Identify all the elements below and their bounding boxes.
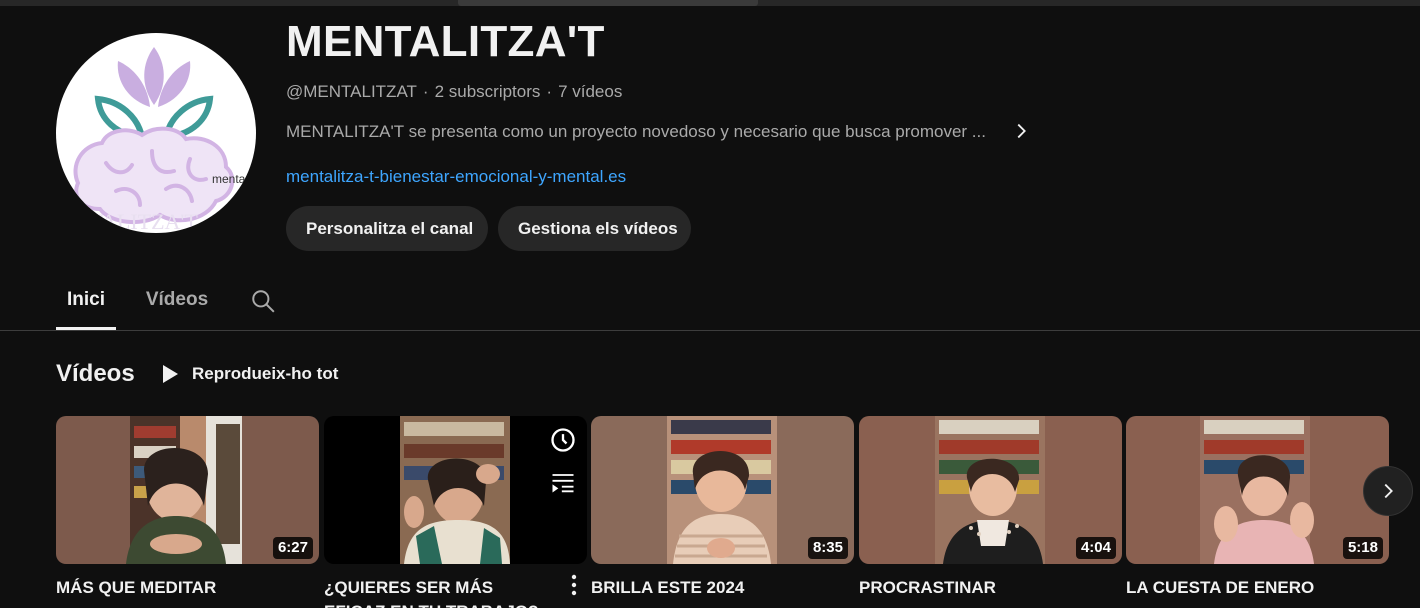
channel-avatar[interactable]: menta ENTALITZA'T xyxy=(56,33,256,233)
video-title[interactable]: LA CUESTA DE ENERO xyxy=(1126,576,1356,600)
top-bar-handle xyxy=(458,0,758,6)
avatar-logo-icon: menta ENTALITZA'T xyxy=(60,47,246,233)
channel-description[interactable]: MENTALITZA'T se presenta como un proyect… xyxy=(286,121,986,143)
avatar-text: menta xyxy=(212,172,246,186)
video-thumbnail[interactable] xyxy=(324,416,587,564)
search-icon[interactable] xyxy=(250,288,276,314)
video-duration: 4:04 xyxy=(1075,537,1116,559)
video-thumbnail[interactable]: 8:35 xyxy=(591,416,854,564)
queue-icon[interactable] xyxy=(549,468,577,496)
channel-tabs: Inici Vídeos xyxy=(0,274,1420,331)
meta-separator: · xyxy=(422,82,429,101)
meta-separator: · xyxy=(546,82,553,101)
video-thumbnail[interactable]: 6:27 xyxy=(56,416,319,564)
video-card[interactable]: 5:18 LA CUESTA DE ENERO xyxy=(1126,416,1389,600)
tab-videos[interactable]: Vídeos xyxy=(140,274,214,330)
channel-handle: @MENTALITZAT xyxy=(286,82,417,101)
video-card[interactable]: 8:35 BRILLA ESTE 2024 xyxy=(591,416,854,600)
video-duration: 5:18 xyxy=(1342,537,1383,559)
chevron-right-icon[interactable] xyxy=(1010,120,1032,142)
tab-home[interactable]: Inici xyxy=(56,274,116,330)
channel-title: MENTALITZA'T xyxy=(286,17,605,66)
video-title[interactable]: ¿QUIERES SER MÁS EFICAZ EN TU TRABAJO? xyxy=(324,576,554,608)
section-title[interactable]: Vídeos xyxy=(56,359,135,389)
channel-meta: @MENTALITZAT · 2 subscriptors · 7 vídeos xyxy=(286,81,622,103)
video-thumbnail[interactable]: 5:18 xyxy=(1126,416,1389,564)
video-title[interactable]: BRILLA ESTE 2024 xyxy=(591,576,821,600)
video-card[interactable]: 4:04 PROCRASTINAR xyxy=(859,416,1122,600)
video-card[interactable]: 6:27 MÁS QUE MEDITAR xyxy=(56,416,319,600)
top-bar xyxy=(0,0,1420,6)
subscriber-count: 2 subscriptors xyxy=(434,82,541,101)
channel-link[interactable]: mentalitza-t-bienestar-emocional-y-menta… xyxy=(286,166,626,188)
video-duration: 6:27 xyxy=(272,537,313,559)
video-duration: 8:35 xyxy=(807,537,848,559)
customize-channel-button[interactable]: Personalitza el canal xyxy=(286,206,488,251)
video-thumbnail[interactable]: 4:04 xyxy=(859,416,1122,564)
video-card[interactable]: ¿QUIERES SER MÁS EFICAZ EN TU TRABAJO? xyxy=(324,416,587,608)
chevron-right-icon xyxy=(1384,483,1393,499)
manage-videos-button[interactable]: Gestiona els vídeos xyxy=(498,206,691,251)
play-all-button[interactable]: Reprodueix-ho tot xyxy=(160,361,338,387)
play-icon xyxy=(163,365,178,383)
clock-icon[interactable] xyxy=(549,426,577,454)
video-title[interactable]: PROCRASTINAR xyxy=(859,576,1089,600)
more-vertical-icon[interactable] xyxy=(564,572,584,598)
video-title[interactable]: MÁS QUE MEDITAR xyxy=(56,576,286,600)
video-count[interactable]: 7 vídeos xyxy=(558,82,622,101)
carousel-next-button[interactable] xyxy=(1363,466,1413,516)
thumbnail-image xyxy=(324,416,587,564)
avatar-bottom-text: ENTALITZA'T xyxy=(60,209,198,233)
play-all-label: Reprodueix-ho tot xyxy=(192,364,339,383)
